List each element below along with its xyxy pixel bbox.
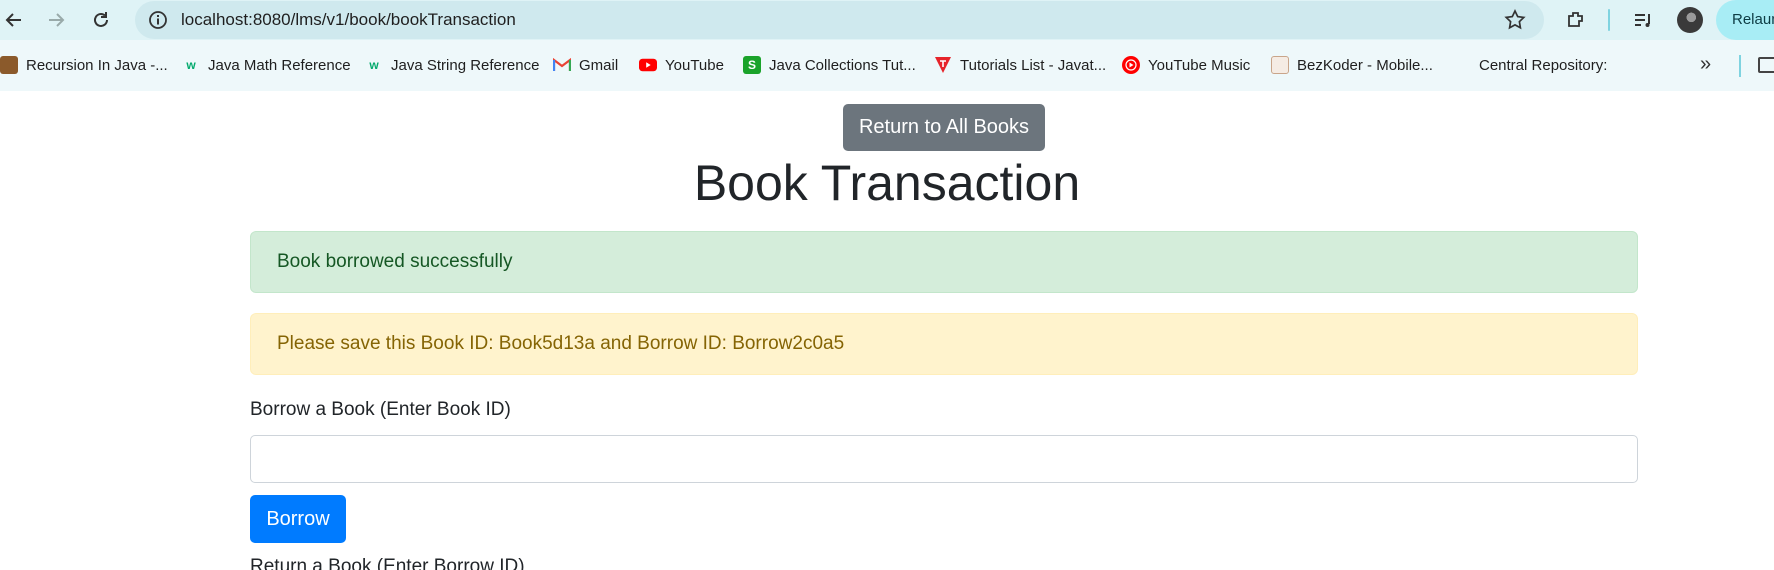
page-title: Book Transaction (693, 155, 1081, 211)
bookmark-label: YouTube (665, 56, 724, 74)
borrow-button[interactable]: Borrow (250, 495, 346, 543)
bookmark-label: Central Repository: (1479, 56, 1608, 74)
bookmark-item[interactable]: Recursion In Java -... (0, 54, 168, 76)
bookmarks-separator (1739, 55, 1741, 77)
bookmark-label: Java Collections Tut... (769, 56, 916, 74)
bookmark-item[interactable]: w Java String Reference (365, 54, 539, 76)
toolbar-separator (1608, 9, 1610, 31)
bookmark-label: BezKoder - Mobile... (1297, 56, 1433, 74)
address-bar[interactable]: localhost:8080/lms/v1/book/bookTransacti… (135, 1, 1544, 39)
bookmark-star-icon[interactable] (1504, 9, 1526, 31)
bezkoder-icon (1271, 56, 1289, 74)
s-icon: S (743, 56, 761, 74)
javatpoint-icon (934, 56, 952, 74)
media-control-icon[interactable] (1630, 7, 1656, 33)
bookmark-item[interactable]: YouTube (639, 54, 724, 76)
bookmark-item[interactable]: YouTube Music (1122, 54, 1250, 76)
bookmark-item[interactable]: w Java Math Reference (182, 54, 351, 76)
bookmark-label: YouTube Music (1148, 56, 1251, 74)
folder-icon[interactable] (1758, 57, 1774, 73)
relaunch-button[interactable]: Relaunch (1716, 0, 1774, 40)
book-id-input[interactable] (250, 435, 1638, 483)
forward-arrow-icon[interactable] (42, 6, 70, 34)
reload-icon[interactable] (87, 6, 115, 34)
youtube-icon (639, 56, 657, 74)
youtube-music-icon (1122, 56, 1140, 74)
more-bookmarks-chevron-icon[interactable]: » (1700, 53, 1711, 76)
return-book-label: Return a Book (Enter Borrow ID) (250, 556, 525, 570)
bookmark-item[interactable]: BezKoder - Mobile... (1271, 54, 1433, 76)
gmail-icon (553, 56, 571, 74)
browser-toolbar: localhost:8080/lms/v1/book/bookTransacti… (0, 0, 1774, 40)
bookmark-item[interactable]: Gmail (553, 54, 618, 76)
back-arrow-icon[interactable] (0, 6, 28, 34)
bookmark-label: Java String Reference (391, 56, 540, 74)
extensions-icon[interactable] (1563, 7, 1589, 33)
bookmark-item[interactable]: Central Repository: (1479, 54, 1607, 76)
success-alert: Book borrowed successfully (250, 231, 1638, 293)
bookmark-label: Tutorials List - Javat... (960, 56, 1107, 74)
url-text[interactable]: localhost:8080/lms/v1/book/bookTransacti… (181, 1, 516, 39)
warning-alert: Please save this Book ID: Book5d13a and … (250, 313, 1638, 375)
bookmark-label: Recursion In Java -... (26, 56, 168, 74)
bookmark-item[interactable]: S Java Collections Tut... (743, 54, 916, 76)
book-icon (0, 56, 18, 74)
w3schools-icon: w (186, 58, 196, 72)
site-info-icon[interactable] (147, 9, 169, 31)
w3schools-icon: w (369, 58, 379, 72)
bookmark-item[interactable]: Tutorials List - Javat... (934, 54, 1106, 76)
borrow-book-label: Borrow a Book (Enter Book ID) (250, 399, 511, 420)
return-to-all-books-button[interactable]: Return to All Books (843, 104, 1045, 151)
profile-avatar[interactable] (1677, 7, 1703, 33)
bookmark-label: Java Math Reference (208, 56, 351, 74)
bookmark-label: Gmail (579, 56, 619, 74)
bookmarks-bar: Recursion In Java -... w Java Math Refer… (0, 40, 1774, 91)
